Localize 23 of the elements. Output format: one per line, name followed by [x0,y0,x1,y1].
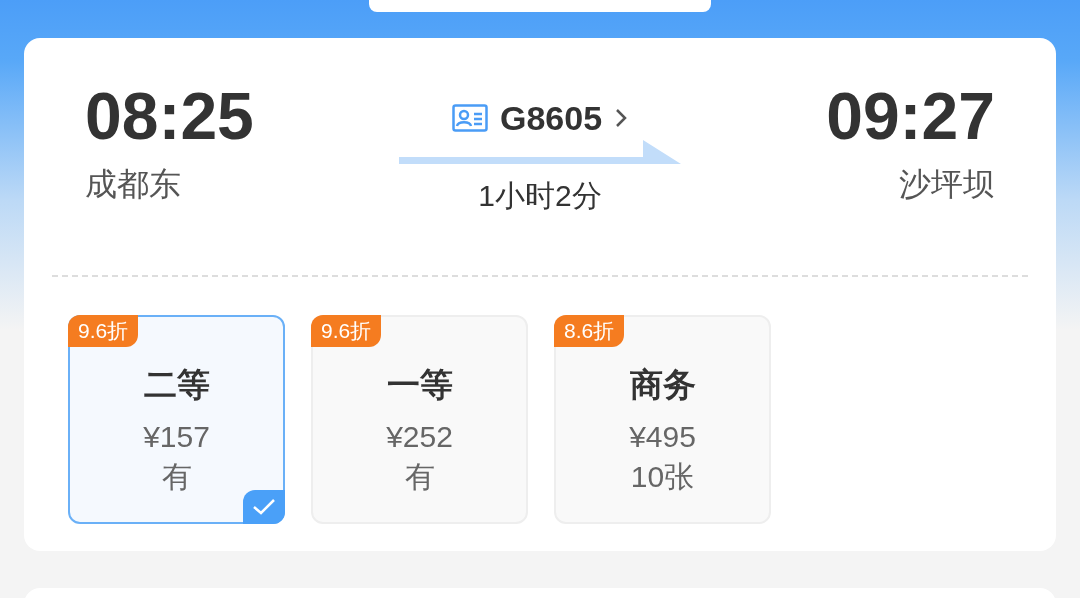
seat-availability: 有 [404,459,435,495]
seat-price: ¥252 [386,419,453,455]
seat-availability: 有 [161,459,192,495]
seat-option[interactable]: 8.6折 商务 ¥495 10张 [554,315,771,524]
discount-badge: 9.6折 [68,315,139,347]
departure-station: 成都东 [85,165,181,204]
discount-badge: 8.6折 [554,315,625,347]
discount-badge: 9.6折 [311,315,382,347]
duration: 1小时2分 [478,178,602,214]
seat-availability: 10张 [630,459,695,495]
train-number-link[interactable]: G8605 [451,98,629,138]
seat-price: ¥495 [629,419,696,455]
departure-time: 08:25 [85,80,254,152]
seat-price: ¥157 [143,419,210,455]
check-icon [243,490,285,524]
id-card-icon [451,104,488,132]
arrival-station: 沙坪坝 [899,165,995,204]
seat-class: 商务 [629,365,696,405]
seat-option[interactable]: 9.6折 二等 ¥157 有 [68,315,285,524]
seat-option[interactable]: 9.6折 一等 ¥252 有 [311,315,528,524]
seat-class: 二等 [143,365,210,405]
seat-class: 一等 [386,365,453,405]
arrival-time: 09:27 [826,80,995,152]
